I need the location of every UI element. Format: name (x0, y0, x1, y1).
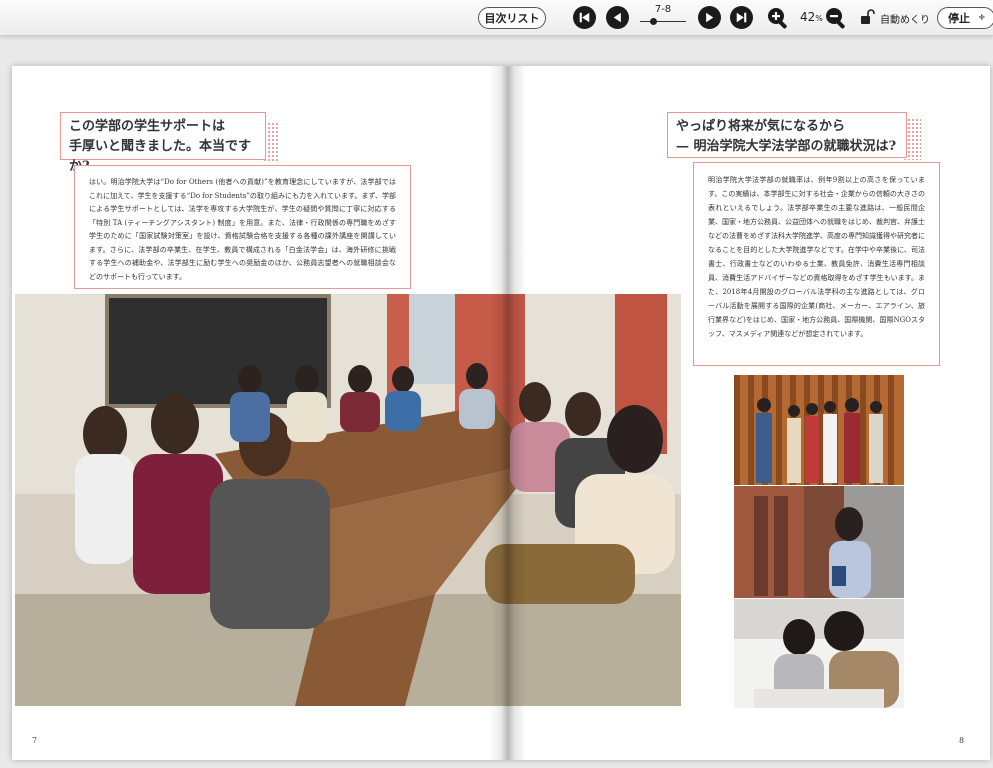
page-indicator: 7-8 (654, 4, 672, 15)
right-answer-text: 明治学院大学法学部の就職率は、例年9割以上の高さを保っています。この実績は、本学… (708, 176, 925, 338)
zoom-level: 42% (800, 10, 823, 24)
classroom-photo (15, 294, 681, 706)
book-spread[interactable]: この学部の学生サポートは 手厚いと聞きました。本当ですか? はい。明治学院大学は… (12, 66, 990, 760)
skip-to-first-icon[interactable] (573, 6, 596, 29)
zoom-out-icon[interactable] (823, 5, 849, 31)
left-answer-box: はい。明治学院大学は“Do for Others (他者への貢献)”を教育理念に… (74, 165, 411, 289)
page-slider-handle[interactable] (650, 18, 657, 25)
right-question-line1: やっぱり将来が気になるから (676, 119, 846, 134)
left-answer-text: はい。明治学院大学は“Do for Others (他者への貢献)”を教育理念に… (89, 178, 396, 281)
auto-flip-select[interactable]: 停止 ÷ (937, 7, 993, 29)
right-question-line2: — 明治学院大学法学部の就職状況は? (676, 139, 897, 154)
students-studying-photo (734, 599, 904, 708)
zoom-unit: % (815, 14, 823, 23)
left-question-box: この学部の学生サポートは 手厚いと聞きました。本当ですか? (60, 112, 266, 174)
toc-list-button[interactable]: 目次リスト (478, 7, 546, 29)
viewer-toolbar: 目次リスト 7-8 42% 自動めくり 停止 ÷ (0, 0, 993, 36)
right-question-box: やっぱり将来が気になるから — 明治学院大学法学部の就職状況は? (667, 112, 907, 158)
page-slider[interactable]: 7-8 (636, 4, 690, 30)
previous-page-icon[interactable] (606, 6, 629, 29)
left-question-line1: この学部の学生サポートは (69, 119, 226, 134)
zoom-in-icon[interactable] (765, 5, 791, 31)
page-slider-track (640, 21, 686, 22)
group-photo (734, 375, 904, 485)
next-page-icon[interactable] (698, 6, 721, 29)
left-page-number: 7 (32, 736, 38, 745)
auto-flip-label: 自動めくり (880, 15, 930, 26)
auto-flip-value: 停止 (948, 12, 970, 25)
unlock-icon[interactable] (858, 8, 876, 26)
book-spine (490, 66, 526, 760)
zoom-value: 42 (800, 10, 816, 24)
select-caret-icon: ÷ (978, 13, 986, 23)
right-answer-box: 明治学院大学法学部の就職率は、例年9割以上の高さを保っています。この実績は、本学… (693, 162, 940, 366)
right-page-number: 8 (959, 736, 965, 745)
skip-to-last-icon[interactable] (730, 6, 753, 29)
toc-list-label: 目次リスト (484, 12, 540, 25)
student-portrait-photo (734, 486, 904, 598)
